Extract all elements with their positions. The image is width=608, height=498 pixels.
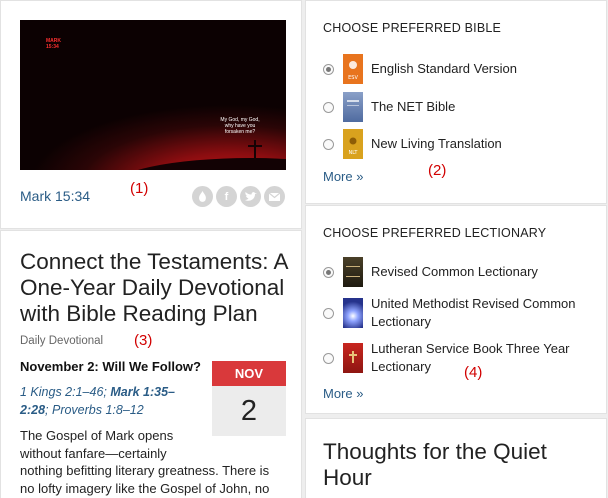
devotional-body-line1: The Gospel of Mark opens without fanfare… — [20, 428, 174, 461]
svg-text:NLT: NLT — [349, 150, 359, 156]
passage-link-1[interactable]: 1 Kings 2:1–46 — [20, 385, 103, 399]
devotional-title[interactable]: Connect the Testaments: A One-Year Daily… — [20, 249, 296, 327]
lectionary-cover-thumbnail — [343, 343, 363, 373]
cross-icon — [254, 140, 256, 160]
annotation-marker-3: (3) — [134, 332, 153, 349]
image-reference-tag: MARK 15:34 — [46, 38, 61, 50]
lectionary-option-label: Lutheran Service Book Three Year Lection… — [371, 341, 570, 374]
lectionary-more-link[interactable]: More » — [323, 386, 363, 401]
entry-title[interactable]: November 2: Will We Follow? — [20, 359, 201, 374]
svg-text:ESV: ESV — [348, 75, 358, 81]
devotional-body: The Gospel of Mark opens without fanfare… — [20, 427, 282, 497]
verse-image[interactable]: MARK 15:34 My God, my God, why have you … — [20, 20, 286, 170]
passage-separator: ; — [45, 403, 52, 417]
twitter-icon[interactable] — [240, 186, 261, 207]
bible-option-label: English Standard Version — [371, 61, 517, 76]
verse-card: MARK 15:34 My God, my God, why have you … — [0, 0, 302, 229]
lectionary-option-umrcl[interactable]: United Methodist Revised Common Lectiona… — [323, 295, 606, 331]
radio-button-selected[interactable] — [323, 266, 334, 278]
email-icon[interactable] — [264, 186, 285, 207]
radio-button[interactable] — [323, 138, 334, 150]
annotation-marker-4: (4) — [464, 364, 483, 381]
lectionary-option-rcl[interactable]: Revised Common Lectionary — [323, 257, 538, 287]
lectionary-option-label: United Methodist Revised Common Lectiona… — [371, 296, 576, 329]
date-badge: NOV 2 — [212, 361, 286, 436]
radio-button[interactable] — [323, 101, 334, 113]
bible-option-label: New Living Translation — [371, 136, 502, 151]
bible-option-esv[interactable]: ESV English Standard Version — [323, 54, 517, 84]
image-caption: My God, my God, why have you forsaken me… — [220, 117, 260, 135]
facebook-icon[interactable]: f — [216, 186, 237, 207]
devotional-card: Connect the Testaments: A One-Year Daily… — [0, 230, 302, 498]
passage-link-3[interactable]: Proverbs 1:8–12 — [52, 403, 144, 417]
bible-more-link[interactable]: More » — [323, 169, 363, 184]
radio-button[interactable] — [323, 307, 334, 319]
bible-option-label: The NET Bible — [371, 99, 456, 114]
share-buttons: f — [192, 186, 285, 208]
lectionary-section-title: CHOOSE PREFERRED LECTIONARY — [323, 226, 547, 240]
reading-passages: 1 Kings 2:1–46; Mark 1:35–2:28; Proverbs… — [20, 383, 192, 419]
devotional-category: Daily Devotional — [20, 335, 104, 347]
quiet-hour-title[interactable]: Thoughts for the Quiet Hour — [323, 439, 593, 491]
bible-cover-thumbnail: ESV — [343, 54, 363, 84]
lectionary-option-label: Revised Common Lectionary — [371, 264, 538, 279]
quiet-hour-card: Thoughts for the Quiet Hour — [305, 418, 607, 498]
date-month: NOV — [212, 361, 286, 386]
verse-reference-link[interactable]: Mark 15:34 — [20, 188, 90, 204]
bible-option-net[interactable]: The NET Bible — [323, 92, 455, 122]
cross-icon-bar — [248, 145, 262, 147]
radio-button-selected[interactable] — [323, 63, 334, 75]
bible-cover-thumbnail: NLT — [343, 129, 363, 159]
bible-chooser-card: CHOOSE PREFERRED BIBLE ESV English Stand… — [305, 0, 607, 204]
radio-button[interactable] — [323, 352, 334, 364]
annotation-marker-2: (2) — [428, 162, 447, 179]
logos-icon[interactable] — [192, 186, 213, 207]
bible-section-title: CHOOSE PREFERRED BIBLE — [323, 21, 502, 35]
lectionary-cover-thumbnail — [343, 257, 363, 287]
devotional-body-rest: nothing befitting literary greatness. Th… — [20, 463, 270, 496]
hill-shape — [110, 158, 286, 170]
bible-option-nlt[interactable]: NLT New Living Translation — [323, 129, 502, 159]
annotation-marker-1: (1) — [130, 180, 149, 197]
bible-cover-thumbnail — [343, 92, 363, 122]
lectionary-chooser-card: CHOOSE PREFERRED LECTIONARY Revised Comm… — [305, 205, 607, 414]
lectionary-cover-thumbnail — [343, 298, 363, 328]
